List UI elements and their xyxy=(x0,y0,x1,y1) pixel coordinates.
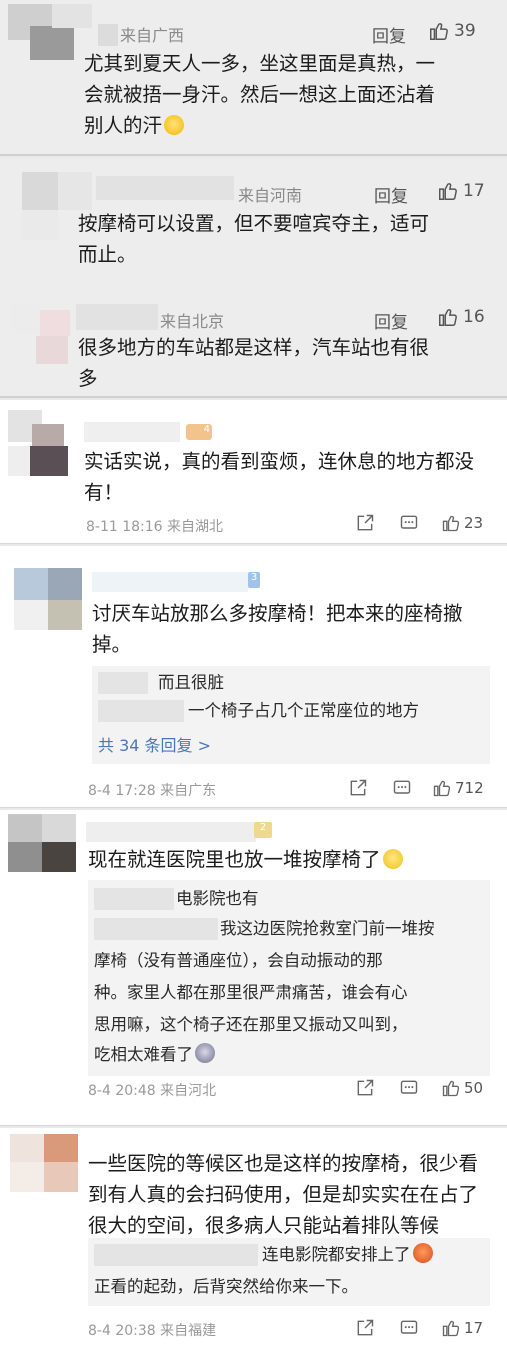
cry-emoji-icon xyxy=(382,849,403,869)
like-button[interactable]: 39 xyxy=(428,20,476,42)
username-blur xyxy=(96,176,234,200)
share-icon[interactable] xyxy=(348,778,368,798)
sub-reply-text: 而且很脏 xyxy=(158,673,224,692)
comment-icon[interactable] xyxy=(399,1318,419,1338)
sub-reply-text: 吃相太难看了 xyxy=(94,1040,215,1069)
comment-icon[interactable] xyxy=(399,1078,419,1098)
region-label: 来自北京 xyxy=(160,312,225,331)
comment-icon[interactable] xyxy=(399,513,419,533)
thumbs-up-icon xyxy=(439,183,457,200)
action-bar: 17 xyxy=(355,1318,483,1338)
comment-text: 很多地方的车站都是这样，汽车站也有很 多 xyxy=(78,336,430,390)
level-badge: 4 xyxy=(186,424,212,440)
action-bar: 23 xyxy=(355,513,483,533)
sub-replies: 连电影院都安排上了 正看的起劲，后背突然给你来一下。 xyxy=(88,1238,490,1306)
username-blur xyxy=(98,24,118,46)
like-button[interactable]: 16 xyxy=(437,306,485,328)
avatar xyxy=(14,568,88,634)
share-icon[interactable] xyxy=(355,1318,375,1338)
thumbs-up-icon xyxy=(430,23,448,40)
username-blur xyxy=(84,422,180,442)
sub-reply-text: 思用嘛，这个椅子还在那里又振动又叫到， xyxy=(94,1015,408,1034)
avatar xyxy=(10,304,74,366)
username-blur xyxy=(94,918,218,940)
comment-text: 讨厌车站放那么多按摩椅！把本来的座椅撤 掉。 xyxy=(92,602,463,656)
username-blur xyxy=(98,672,148,694)
avatar xyxy=(8,814,82,874)
grin-emoji-icon xyxy=(412,1243,433,1263)
timestamp: 8-4 17:28 来自广东 xyxy=(88,783,217,799)
top-comment-1: 来自广西 回复 39 尤其到夏天人一多，坐这里面是真热，一 会就被捂一身汗。然后… xyxy=(0,0,507,156)
reply-button[interactable]: 回复 xyxy=(372,22,406,47)
like-count: 23 xyxy=(464,514,484,532)
sub-replies: 电影院也有 我这边医院抢救室门前一堆按 摩椅（没有普通座位），会自动振动的那 种… xyxy=(88,880,490,1076)
comment-text: 一些医院的等候区也是这样的按摩椅，很少看 到有人真的会扫码使用，但是却实实在在占… xyxy=(88,1152,479,1237)
thumbs-up-icon[interactable] xyxy=(441,1078,461,1098)
comment-card: 2 现在就连医院里也放一堆按摩椅了 电影院也有 我这边医院抢救室门前一堆按 摩椅… xyxy=(0,810,507,1126)
dizzy-emoji-icon xyxy=(195,1043,215,1063)
username-blur xyxy=(92,572,248,592)
thumbs-up-icon xyxy=(439,309,457,326)
like-count: 17 xyxy=(463,181,485,201)
like-count: 17 xyxy=(464,1319,484,1337)
like-count: 39 xyxy=(454,21,476,41)
sub-replies: 而且很脏 一个椅子占几个正常座位的地方 共 34 条回复 > xyxy=(92,666,490,764)
region-label: 来自河南 xyxy=(238,186,303,205)
sub-reply-text: 连电影院都安排上了 xyxy=(262,1240,433,1269)
like-count: 50 xyxy=(464,1079,484,1097)
comment-icon[interactable] xyxy=(392,778,412,798)
like-button[interactable]: 17 xyxy=(437,180,485,202)
sub-reply-text: 种。家里人都在那里很严肃痛苦，谁会有心 xyxy=(94,983,408,1002)
level-badge: 3 xyxy=(248,572,260,588)
sub-reply-text: 电影院也有 xyxy=(176,889,259,908)
top-comment-group: 来自河南 回复 17 按摩椅可以设置，但不要喧宾夺主，适可 而止。 来自北京 回… xyxy=(0,158,507,398)
thumbs-up-icon[interactable] xyxy=(441,1318,461,1338)
username-blur xyxy=(86,822,256,842)
action-bar: 50 xyxy=(355,1078,483,1098)
timestamp: 8-4 20:48 来自河北 xyxy=(88,1083,217,1099)
avatar xyxy=(10,1134,82,1196)
reply-button[interactable]: 回复 xyxy=(374,308,408,333)
thumbs-up-icon[interactable] xyxy=(441,513,461,533)
more-replies-link[interactable]: 共 34 条回复 > xyxy=(98,732,211,756)
username-blur xyxy=(94,1244,258,1266)
action-bar: 712 xyxy=(348,778,484,798)
comment-screenshot: 来自广西 回复 39 尤其到夏天人一多，坐这里面是真热，一 会就被捂一身汗。然后… xyxy=(0,0,507,1348)
comment-text: 按摩椅可以设置，但不要喧宾夺主，适可 而止。 xyxy=(78,212,430,266)
sub-reply-text: 一个椅子占几个正常座位的地方 xyxy=(188,701,419,720)
comment-card: 一些医院的等候区也是这样的按摩椅，很少看 到有人真的会扫码使用，但是却实实在在占… xyxy=(0,1128,507,1348)
sub-reply-text: 摩椅（没有普通座位），会自动振动的那 xyxy=(94,951,383,970)
thumbs-up-icon[interactable] xyxy=(432,778,452,798)
comment-text: 现在就连医院里也放一堆按摩椅了 xyxy=(88,844,498,875)
username-blur xyxy=(98,700,184,722)
region-label: 来自广西 xyxy=(120,26,185,45)
comment-text: 尤其到夏天人一多，坐这里面是真热，一 会就被捂一身汗。然后一想这上面还沾着 别人… xyxy=(84,52,436,137)
share-icon[interactable] xyxy=(355,513,375,533)
sub-reply-text: 我这边医院抢救室门前一堆按 xyxy=(220,919,435,938)
like-count: 712 xyxy=(455,779,484,797)
avatar xyxy=(8,410,80,478)
reply-button[interactable]: 回复 xyxy=(374,182,408,207)
comment-card: 3 讨厌车站放那么多按摩椅！把本来的座椅撤 掉。 而且很脏 一个椅子占几个正常座… xyxy=(0,546,507,808)
username-blur xyxy=(76,304,158,330)
share-icon[interactable] xyxy=(355,1078,375,1098)
timestamp: 8-11 18:16 来自湖北 xyxy=(86,519,224,535)
like-count: 16 xyxy=(463,307,485,327)
username-blur xyxy=(94,888,174,910)
level-badge: 2 xyxy=(254,822,272,838)
sub-reply-text: 正看的起劲，后背突然给你来一下。 xyxy=(94,1277,358,1296)
comment-card: 4 实话实说，真的看到蛮烦，连休息的地方都没 有！ 8-11 18:16 来自湖… xyxy=(0,400,507,544)
comment-text: 实话实说，真的看到蛮烦，连休息的地方都没 有！ xyxy=(84,450,475,504)
timestamp: 8-4 20:38 来自福建 xyxy=(88,1323,217,1339)
sweat-smile-emoji-icon xyxy=(164,115,185,135)
